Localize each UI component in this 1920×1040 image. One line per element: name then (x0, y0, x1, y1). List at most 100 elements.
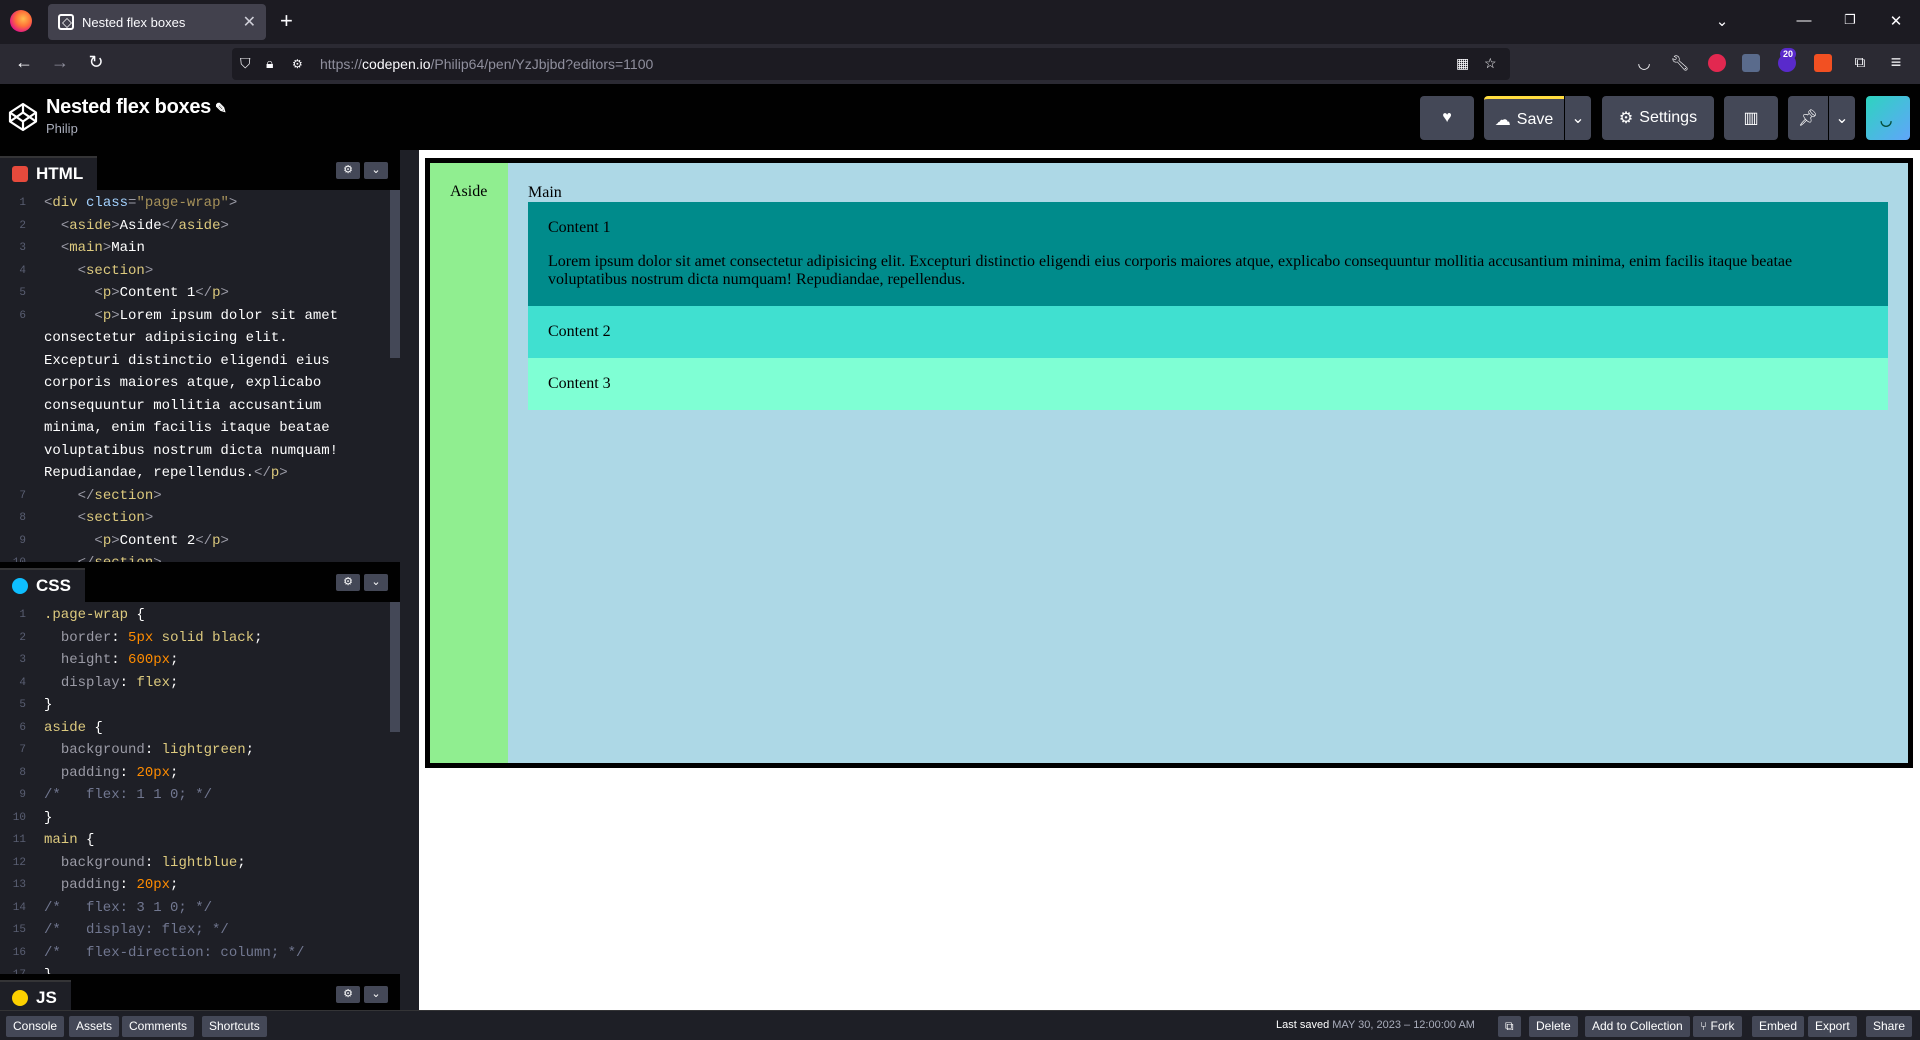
lock-icon[interactable]: 🔒︎ (266, 55, 273, 72)
code-line[interactable]: 10 </section> (0, 552, 360, 562)
code-line[interactable]: 14 /* flex: 3 1 0; */ (0, 897, 360, 920)
code-line[interactable]: 16 /* flex-direction: column; */ (0, 942, 360, 965)
css-code-editor[interactable]: 1 .page-wrap {2 border: 5px solid black; 3… (0, 604, 400, 974)
js-editor-tab[interactable]: JS (0, 980, 71, 1014)
forward-arrow-icon[interactable]: → (48, 52, 72, 73)
change-view-button[interactable]: ▥ (1724, 96, 1778, 140)
export-button[interactable]: Export (1808, 1016, 1857, 1037)
code-text: } (44, 697, 53, 713)
line-number: 17 (0, 964, 32, 974)
line-number: 6 (19, 309, 26, 322)
code-line[interactable]: 8 padding: 20px; (0, 762, 360, 785)
assets-button[interactable]: Assets (69, 1016, 120, 1037)
html-collapse-chevron-icon[interactable]: ⌄ (364, 162, 388, 179)
css-collapse-chevron-icon[interactable]: ⌄ (364, 574, 388, 591)
css-settings-gear-icon[interactable]: ⚙ (336, 574, 360, 591)
code-line[interactable]: 1 .page-wrap { (0, 604, 360, 627)
code-line[interactable]: 2 border: 5px solid black; (0, 627, 360, 650)
pen-author[interactable]: Philip (46, 121, 78, 136)
code-text: aside { (44, 719, 103, 736)
pencil-edit-icon[interactable]: ✎ (215, 100, 227, 116)
restore-button[interactable]: ❐ (1840, 12, 1860, 28)
heart-button[interactable]: ♥ (1420, 96, 1474, 140)
resize-divider[interactable] (400, 150, 419, 1010)
extensions-puzzle-icon[interactable]: ⧉ (1848, 54, 1872, 71)
code-line[interactable]: 2 <aside>Aside</aside> (0, 215, 360, 238)
pocket-icon[interactable]: ◡ (1632, 54, 1656, 72)
comments-button[interactable]: Comments (122, 1016, 195, 1037)
tab-close-icon[interactable]: ✕ (243, 12, 256, 32)
extension-orange-icon[interactable] (1814, 54, 1832, 72)
new-tab-button[interactable]: + (280, 9, 293, 33)
pin-options-chevron-icon[interactable]: ⌄ (1829, 96, 1855, 140)
code-line[interactable]: 10} (0, 807, 360, 830)
code-line[interactable]: 13 padding: 20px; (0, 874, 360, 897)
reload-icon[interactable]: ↻ (84, 52, 108, 73)
code-line[interactable]: 17} (0, 964, 360, 974)
code-line[interactable]: 4 display: flex; (0, 672, 360, 695)
share-button[interactable]: Share (1866, 1016, 1913, 1037)
codepen-logo-icon[interactable] (8, 102, 38, 132)
code-line[interactable]: 7 </section> (0, 485, 360, 508)
code-line[interactable]: 5} (0, 694, 360, 717)
url-text[interactable]: https://codepen.io/Philip64/pen/YzJbjbd?… (320, 56, 653, 72)
minimize-button[interactable]: — (1794, 12, 1814, 29)
extension-screen-icon[interactable] (1742, 54, 1760, 72)
extension-red-icon[interactable] (1708, 54, 1726, 72)
delete-button[interactable]: Delete (1529, 1016, 1578, 1037)
window-close-button[interactable]: ✕ (1886, 12, 1906, 30)
code-line[interactable]: 5 <p>Content 1</p> (0, 282, 360, 305)
code-line[interactable]: 7 background: lightgreen; (0, 739, 360, 762)
pen-title[interactable]: Nested flex boxes ✎ (46, 96, 227, 119)
pin-button[interactable]: 📌︎ (1788, 96, 1828, 140)
firefox-logo-icon[interactable] (10, 10, 32, 32)
menu-hamburger-icon[interactable]: ≡ (1884, 52, 1908, 73)
shield-icon[interactable]: ⛉ (240, 55, 251, 72)
save-button[interactable]: ☁ Save (1484, 96, 1564, 140)
embed-button[interactable]: Embed (1752, 1016, 1805, 1037)
save-options-chevron-icon[interactable]: ⌄ (1565, 96, 1591, 140)
back-arrow-icon[interactable]: ← (12, 52, 36, 73)
code-line[interactable]: 1 <div class="page-wrap"> (0, 192, 360, 215)
code-line[interactable]: 12 background: lightblue; (0, 852, 360, 875)
line-number: 12 (12, 856, 26, 869)
code-text: border: 5px solid black; (60, 629, 263, 646)
external-link-icon[interactable]: ⧉ (1498, 1016, 1521, 1037)
url-bar[interactable]: ⛉ 🔒︎ ⚙ https://codepen.io/Philip64/pen/Y… (232, 48, 1510, 80)
code-text: display: flex; (60, 674, 179, 691)
shortcuts-button[interactable]: Shortcuts (202, 1016, 267, 1037)
list-tabs-chevron-icon[interactable]: ⌄ (1712, 12, 1732, 30)
css-editor-scrollbar[interactable] (390, 602, 400, 732)
wrench-icon[interactable]: 🔧︎ (1668, 54, 1692, 72)
html-editor-tab[interactable]: HTML (0, 156, 98, 190)
settings-button[interactable]: ⚙ Settings (1602, 96, 1714, 140)
main-label: Main (528, 184, 562, 201)
html-code-editor[interactable]: 1 <div class="page-wrap"> 2 <aside>Aside</… (0, 192, 400, 562)
code-line[interactable]: 6 aside { (0, 717, 360, 740)
code-line[interactable]: 9 <p>Content 2</p> (0, 530, 360, 553)
code-line[interactable]: 3 height: 600px; (0, 649, 360, 672)
code-line[interactable]: 3 <main>Main (0, 237, 360, 260)
code-line[interactable]: 11 main { (0, 829, 360, 852)
code-line[interactable]: 15 /* display: flex; */ (0, 919, 360, 942)
html-editor-scrollbar[interactable] (390, 190, 400, 358)
code-text: <p>Content 1</p> (94, 285, 229, 301)
line-number: 5 (19, 287, 26, 299)
user-avatar[interactable]: ◡ (1866, 96, 1910, 140)
js-collapse-chevron-icon[interactable]: ⌄ (364, 986, 388, 1003)
console-button[interactable]: Console (6, 1016, 65, 1037)
css-editor-tab[interactable]: CSS (0, 568, 85, 602)
code-line[interactable]: 6 <p>Lorem ipsum dolor sit amet consecte… (0, 305, 360, 485)
fork-label: Fork (1710, 1019, 1735, 1033)
fork-button[interactable]: ⑂ Fork (1693, 1016, 1742, 1037)
permissions-icon[interactable]: ⚙ (292, 57, 303, 71)
js-settings-gear-icon[interactable]: ⚙ (336, 986, 360, 1003)
qr-code-icon[interactable]: ▦ (1456, 55, 1469, 72)
code-line[interactable]: 4 <section> (0, 260, 360, 283)
add-to-collection-button[interactable]: Add to Collection (1585, 1016, 1690, 1037)
browser-tab[interactable]: Nested flex boxes ✕ (48, 4, 266, 40)
html-settings-gear-icon[interactable]: ⚙ (336, 162, 360, 179)
code-line[interactable]: 9 /* flex: 1 1 0; */ (0, 784, 360, 807)
code-line[interactable]: 8 <section> (0, 507, 360, 530)
bookmark-star-icon[interactable]: ☆ (1484, 55, 1497, 72)
